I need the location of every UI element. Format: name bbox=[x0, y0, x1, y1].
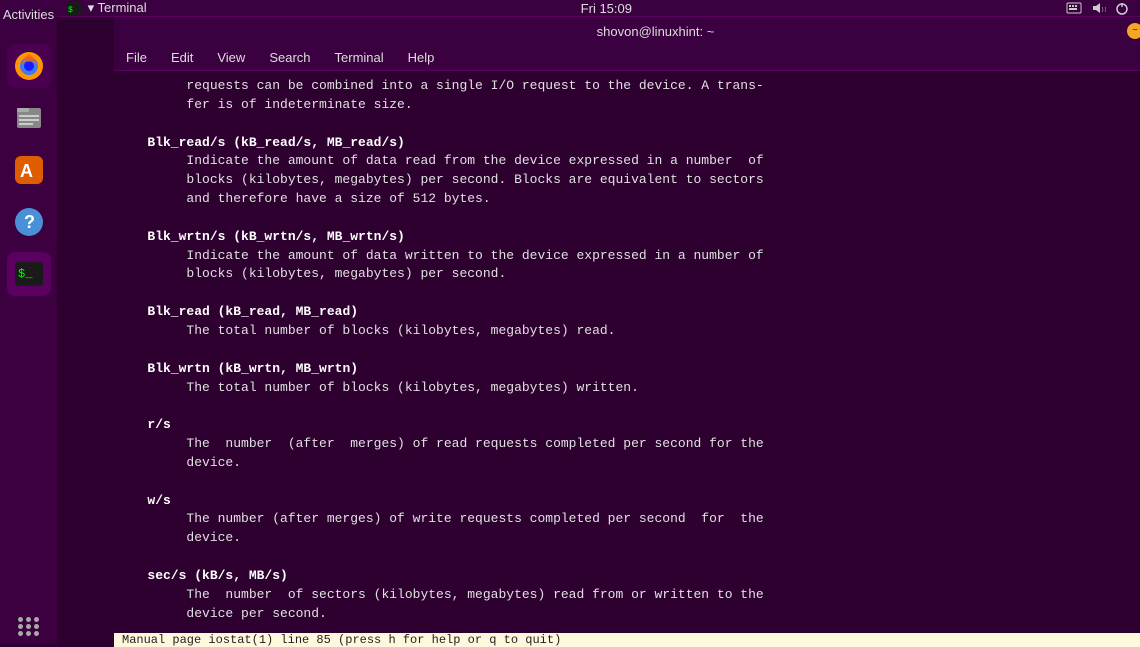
menu-edit[interactable]: Edit bbox=[167, 48, 197, 67]
keyboard-icon bbox=[1066, 0, 1082, 16]
menu-file[interactable]: File bbox=[122, 48, 151, 67]
statusbar-text: Manual page iostat(1) line 85 (press h f… bbox=[122, 633, 561, 647]
power-icon[interactable] bbox=[1114, 0, 1130, 16]
svg-text:$_: $_ bbox=[18, 267, 33, 281]
minimize-button[interactable]: − bbox=[1127, 23, 1140, 39]
terminal-svg: $_ bbox=[13, 258, 45, 290]
help-icon[interactable]: ? bbox=[7, 200, 51, 244]
app-store-icon[interactable]: A bbox=[7, 148, 51, 192]
menu-search[interactable]: Search bbox=[265, 48, 314, 67]
terminal-menubar: File Edit View Search Terminal Help bbox=[114, 45, 1140, 71]
statusbar: Manual page iostat(1) line 85 (press h f… bbox=[114, 633, 1140, 647]
terminal-content-area[interactable]: requests can be combined into a single I… bbox=[114, 71, 1140, 633]
firefox-icon[interactable] bbox=[7, 44, 51, 88]
activities-button[interactable]: Activities bbox=[0, 0, 57, 28]
firefox-svg bbox=[13, 50, 45, 82]
svg-text:A: A bbox=[20, 161, 33, 181]
svg-text:?: ? bbox=[24, 212, 35, 232]
terminal-window: shovon@linuxhint: ~ − □ × File Edit View… bbox=[114, 17, 1140, 633]
system-time: Fri 15:09 bbox=[581, 1, 632, 16]
topbar-center: Fri 15:09 bbox=[581, 1, 632, 16]
svg-text:$: $ bbox=[68, 6, 73, 15]
menu-terminal[interactable]: Terminal bbox=[331, 48, 388, 67]
terminal-icon-label: $ bbox=[67, 0, 88, 15]
terminal-small-icon: $ bbox=[67, 2, 81, 16]
app-grid-icon[interactable] bbox=[18, 617, 40, 636]
help-svg: ? bbox=[13, 206, 45, 238]
terminal-text: requests can be combined into a single I… bbox=[124, 77, 1140, 633]
activities-label: Activities bbox=[3, 7, 54, 22]
terminal-title: shovon@linuxhint: ~ bbox=[597, 24, 715, 39]
svg-text:)))): )))) bbox=[1101, 7, 1106, 13]
appstore-svg: A bbox=[13, 154, 45, 186]
topbar-left: $ ▾ Terminal bbox=[67, 0, 147, 16]
terminal-icon[interactable]: $_ bbox=[7, 252, 51, 296]
files-icon[interactable] bbox=[7, 96, 51, 140]
topbar-right: )))) bbox=[1066, 0, 1130, 16]
terminal-titlebar: shovon@linuxhint: ~ − □ × bbox=[114, 17, 1140, 45]
menu-view[interactable]: View bbox=[213, 48, 249, 67]
window-controls: − □ × bbox=[1127, 23, 1140, 39]
files-svg bbox=[13, 102, 45, 134]
terminal-app-label: $ ▾ Terminal bbox=[67, 0, 147, 16]
sound-icon: )))) bbox=[1090, 0, 1106, 16]
terminal-app-name: ▾ Terminal bbox=[88, 0, 147, 15]
sidebar: Activities A ? bbox=[0, 0, 57, 644]
system-topbar: $ ▾ Terminal Fri 15:09 )))) bbox=[57, 0, 1140, 17]
menu-help[interactable]: Help bbox=[404, 48, 439, 67]
